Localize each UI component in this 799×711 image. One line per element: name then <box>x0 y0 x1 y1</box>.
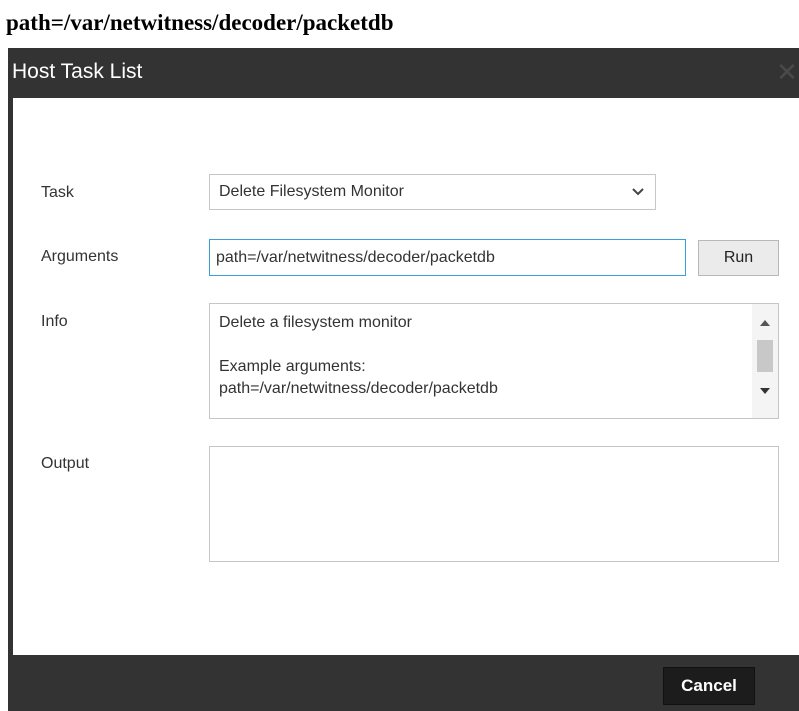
close-icon[interactable]: ✕ <box>775 58 799 86</box>
output-textarea[interactable] <box>209 446 779 562</box>
dialog-title: Host Task List <box>12 60 143 83</box>
info-label: Info <box>41 313 68 330</box>
output-label: Output <box>41 455 90 472</box>
arguments-input[interactable] <box>209 239 686 276</box>
info-text: Delete a filesystem monitor Example argu… <box>219 314 498 397</box>
run-button[interactable]: Run <box>698 240 779 276</box>
dialog-titlebar: Host Task List ✕ <box>8 48 799 98</box>
host-task-list-dialog: Host Task List ✕ Task Delete Filesystem … <box>8 48 799 711</box>
info-scrollbar[interactable] <box>752 304 778 418</box>
dialog-body: Task Delete Filesystem Monitor Arguments… <box>13 98 799 655</box>
dialog-footer: Cancel <box>8 655 799 711</box>
chevron-down-icon <box>631 175 645 209</box>
task-label: Task <box>41 184 74 201</box>
task-select-value: Delete Filesystem Monitor <box>219 183 404 200</box>
scroll-thumb[interactable] <box>757 340 773 372</box>
scroll-down-icon[interactable] <box>758 384 772 396</box>
task-select[interactable]: Delete Filesystem Monitor <box>209 174 656 210</box>
cancel-button[interactable]: Cancel <box>663 667 755 705</box>
info-textarea[interactable]: Delete a filesystem monitor Example argu… <box>209 303 779 419</box>
document-caption: path=/var/netwitness/decoder/packetdb <box>6 10 394 35</box>
scroll-up-icon[interactable] <box>758 316 772 328</box>
arguments-label: Arguments <box>41 248 119 265</box>
